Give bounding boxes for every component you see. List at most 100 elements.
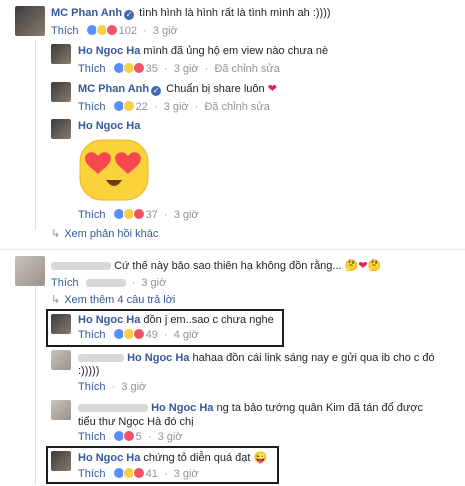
avatar[interactable] [51,350,71,370]
comment-line: MC Phan Anh ✓ tình hình là hình rất là tì… [51,6,331,20]
avatar[interactable] [51,314,71,334]
thread-line [35,40,36,230]
mention-link[interactable]: Ho Ngoc Ha [127,352,189,364]
heart-emoji-icon: ❤ [267,83,277,95]
reaction-blurred[interactable] [85,279,126,288]
reaction-icons[interactable] [112,208,145,224]
comment-line: Ho Ngoc Ha [78,119,140,133]
timestamp[interactable]: 3 giờ [158,431,183,443]
reaction-icons[interactable] [112,467,145,483]
reaction-count[interactable]: 5 [136,431,142,443]
comment-line: Ho Ngoc Ha đồn j em..sao c chưa nghe [78,313,274,327]
timestamp[interactable]: 4 giờ [174,329,199,341]
reaction-count[interactable]: 41 [146,468,158,480]
heart-eyes-sticker-icon [78,138,150,202]
comment-meta: Thích 35 · 3 giờ · Đã chỉnh sửa [78,62,280,78]
thread-line [35,285,36,485]
comment-line: Ho Ngoc Ha hahaa đồn cái link sáng nay e… [78,351,435,365]
edited-label[interactable]: Đã chỉnh sửa [204,101,269,113]
commenter-name[interactable]: Ho Ngoc Ha [78,45,140,57]
commenter-name[interactable]: MC Phan Anh [51,7,122,19]
like-link[interactable]: Thích [78,209,106,221]
like-link[interactable]: Thích [78,63,106,75]
avatar[interactable] [51,82,71,102]
timestamp[interactable]: 3 giờ [121,381,146,393]
like-link[interactable]: Thích [78,329,106,341]
love-reaction-icon [132,328,145,340]
like-link[interactable]: Thích [78,381,106,393]
timestamp[interactable]: 3 giờ [153,25,178,37]
love-reaction-icon [132,467,145,479]
commenter-name-blurred[interactable] [51,262,111,271]
commenter-name[interactable]: Ho Ngoc Ha [78,120,140,132]
haha-reaction-icon [122,100,135,112]
avatar[interactable] [51,451,71,471]
like-link[interactable]: Thích [78,468,106,480]
avatar[interactable] [15,256,45,286]
comment-text: chứng tỏ diễn quá đạt [143,452,251,464]
view-more-replies-link[interactable]: ↳ Xem phản hồi khác [51,227,158,241]
comment-text: hahaa đồn cái link sáng nay e gửi qua ib… [192,352,435,364]
emoji-icons: 🤔❤🤔 [344,260,382,272]
comment-meta: Thích · 3 giờ [78,381,147,393]
edited-label[interactable]: Đã chỉnh sửa [214,63,279,75]
reaction-count[interactable]: 37 [146,209,158,221]
comment-meta: Thích 5 · 3 giờ [78,430,183,446]
commenter-name-blurred[interactable] [78,354,124,363]
reaction-icons[interactable] [112,328,145,344]
verified-icon: ✓ [151,86,162,96]
like-link[interactable]: Thích [51,277,79,289]
reply-arrow-icon: ↳ [51,294,61,306]
comment-text: tình hình là hình rất là tình mình ah :)… [139,7,331,19]
mention-link[interactable]: Ho Ngoc Ha [151,402,213,414]
reaction-count[interactable]: 35 [146,63,158,75]
comment-meta: Thích 37 · 3 giờ [78,208,199,224]
comment-text: mình đã ủng hộ em view nào chưa nè [143,45,329,57]
comment-line: Ho Ngoc Ha ng ta bảo tướng quân Kim đã t… [78,401,423,415]
timestamp[interactable]: 3 giờ [174,63,199,75]
view-more-replies-link[interactable]: ↳ Xem thêm 4 câu trả lời [51,293,175,307]
love-reaction-icon [105,24,118,36]
commenter-name[interactable]: Ho Ngoc Ha [78,314,140,326]
comment-meta: Thích 41 · 3 giờ [78,467,199,483]
comment-meta: Thích 49 · 4 giờ [78,328,199,344]
reaction-count[interactable]: 102 [119,25,137,37]
avatar[interactable] [51,44,71,64]
comment-meta: Thích 102 · 3 giờ [51,24,178,40]
divider [0,249,465,250]
commenter-name[interactable]: MC Phan Anh [78,83,149,95]
love-reaction-icon [132,62,145,74]
reaction-icons[interactable] [85,24,118,40]
comment-line: MC Phan Anh ✓ Chuẩn bị share luôn ❤ [78,82,277,96]
comment-line: Ho Ngoc Ha mình đã ủng hộ em view nào ch… [78,44,328,58]
timestamp[interactable]: 3 giờ [141,277,166,289]
commenter-name[interactable]: Ho Ngoc Ha [78,452,140,464]
reaction-count[interactable]: 49 [146,329,158,341]
like-link[interactable]: Thích [78,431,106,443]
avatar[interactable] [51,400,71,420]
timestamp[interactable]: 3 giờ [174,209,199,221]
reaction-icons[interactable] [112,62,145,78]
commenter-name-blurred[interactable] [78,404,148,413]
comment-text: ng ta bảo tướng quân Kim đã tán đổ được [216,402,423,414]
reaction-icons[interactable] [112,430,135,446]
comment-text: Chuẩn bị share luôn [166,83,265,95]
comment-line: Cứ thế này bảo sao thiên hạ không đồn rằ… [51,259,381,273]
comment-text-line2: tiểu thư Ngọc Hà đó chị [78,416,194,428]
avatar[interactable] [51,119,71,139]
tongue-emoji-icon: 😜 [253,452,268,464]
reply-arrow-icon: ↳ [51,228,61,240]
reaction-count[interactable]: 22 [136,101,148,113]
timestamp[interactable]: 3 giờ [174,468,199,480]
comment-text-line2: :))))) [78,365,100,377]
love-reaction-icon [122,430,135,442]
comment-meta: Thích 22 · 3 giờ · Đã chỉnh sửa [78,100,270,116]
comment-meta: Thích · 3 giờ [51,277,167,289]
avatar[interactable] [15,6,45,36]
reaction-icons[interactable] [112,100,135,116]
comment-text: Cứ thế này bảo sao thiên hạ không đồn rằ… [114,260,342,272]
like-link[interactable]: Thích [78,101,106,113]
like-link[interactable]: Thích [51,25,79,37]
love-reaction-icon [132,208,145,220]
timestamp[interactable]: 3 giờ [164,101,189,113]
